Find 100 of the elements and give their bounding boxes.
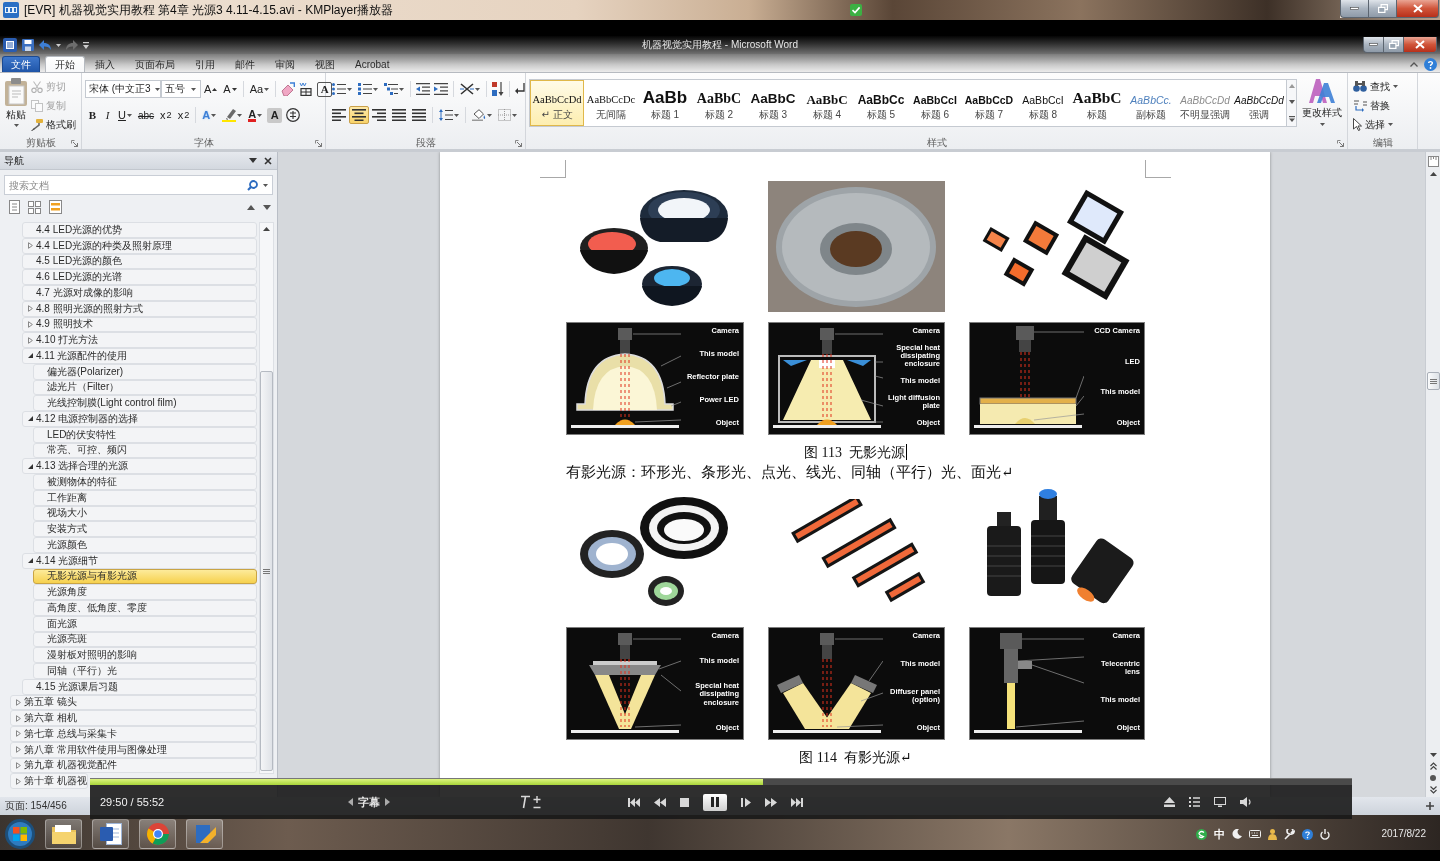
wrench-icon[interactable] [1283, 828, 1295, 840]
playlist-icon[interactable] [1189, 797, 1200, 807]
outline-item[interactable]: 第十章 机器视 [10, 773, 88, 789]
save-icon[interactable] [22, 39, 34, 51]
style-item[interactable]: AaBbCcDd 不明显强调 [1178, 80, 1232, 126]
caret-down-icon[interactable] [1393, 85, 1398, 88]
ribbon-tab[interactable]: 审阅 [265, 56, 305, 72]
document-app-icon[interactable] [99, 823, 122, 845]
expand-arrow-icon[interactable] [16, 698, 21, 706]
caret-down-icon[interactable] [154, 87, 160, 91]
search-box[interactable]: 搜索文档 [4, 175, 273, 195]
underline-button[interactable]: U [115, 106, 135, 124]
outline-item[interactable]: 光源角度 [33, 584, 257, 600]
style-item[interactable]: AaBbC 标题 3 [746, 80, 800, 126]
caret-down-icon[interactable] [13, 124, 19, 127]
scrollbar-thumb[interactable] [260, 371, 273, 771]
caret-down-icon[interactable] [126, 113, 132, 117]
outline-item[interactable]: 4.7 光源对成像的影响 [22, 285, 257, 301]
gallery-scrollbar[interactable] [1287, 79, 1298, 127]
document-logo-icon[interactable] [3, 38, 17, 52]
step-forward-icon[interactable] [741, 797, 751, 807]
outline-item[interactable]: 4.12 电源控制器的选择 [22, 411, 257, 427]
character-grid-icon[interactable] [299, 82, 314, 96]
power-icon[interactable] [1319, 828, 1330, 840]
shading-button[interactable] [469, 106, 495, 124]
keyboard-icon[interactable] [1248, 830, 1261, 838]
caret-down-icon[interactable] [487, 113, 492, 117]
style-item[interactable]: AaBbCcDd ↵ 正文 [530, 80, 584, 126]
browser-icon[interactable] [146, 823, 169, 845]
outline-item[interactable]: 第七章 总线与采集卡 [10, 726, 257, 742]
caret-down-icon[interactable] [211, 113, 217, 117]
close-icon[interactable] [264, 156, 272, 165]
corner-arrow-icon[interactable] [71, 139, 78, 147]
outline-item[interactable]: 光线控制膜(Light control film) [33, 395, 257, 411]
shrink-font-button[interactable]: A [220, 80, 240, 98]
scrollbar-thumb[interactable] [1426, 372, 1440, 390]
clipboard-icon[interactable] [4, 78, 28, 106]
outline-item[interactable]: 安装方式 [33, 521, 257, 537]
caret-down-icon[interactable] [512, 113, 517, 117]
help-icon[interactable] [1301, 828, 1313, 840]
circled-cross-icon[interactable] [286, 108, 301, 122]
italic-button[interactable]: I [100, 106, 115, 124]
collapse-arrow-icon[interactable] [28, 416, 33, 422]
grip-icon[interactable] [263, 568, 270, 574]
style-item[interactable]: AaBbCcI 标题 8 [1016, 80, 1070, 126]
expand-arrow-icon[interactable] [16, 777, 21, 785]
collapse-arrow-icon[interactable] [28, 558, 33, 564]
taskbar-app-button[interactable] [92, 819, 129, 849]
outline-item[interactable]: 高角度、低角度、零度 [33, 600, 257, 616]
s-badge-icon[interactable] [1195, 828, 1207, 840]
highlighter-icon[interactable] [222, 108, 237, 122]
styles-icon[interactable] [1309, 79, 1336, 103]
caret-down-icon[interactable] [347, 87, 352, 91]
taskbar-app-button[interactable] [139, 819, 176, 849]
restore-button[interactable] [1383, 37, 1403, 53]
more-icon[interactable] [1288, 116, 1295, 122]
ribbon-tab[interactable]: 视图 [305, 56, 345, 72]
text-effects-button[interactable]: A [199, 106, 220, 124]
caret-down-icon[interactable] [264, 87, 270, 91]
collapse-arrow-icon[interactable] [28, 353, 33, 359]
replace-button[interactable]: 替换 [1351, 97, 1400, 114]
style-item[interactable]: AaBbC 标题 4 [800, 80, 854, 126]
strikethrough-button[interactable]: abc [134, 106, 158, 124]
style-item[interactable]: AaBbCcD 标题 7 [962, 80, 1016, 126]
outline-item[interactable]: 同轴（平行）光 [33, 663, 257, 679]
volume-icon[interactable] [1240, 797, 1252, 807]
outline-item[interactable]: 光源颜色 [33, 537, 257, 553]
skip-back-icon[interactable] [628, 797, 640, 807]
chevron-up-icon[interactable] [1410, 61, 1418, 67]
bar-caret-icon[interactable] [83, 41, 89, 49]
caret-up-icon[interactable] [212, 87, 218, 91]
search-field[interactable]: 搜索文档 [9, 177, 242, 193]
grip-icon[interactable] [1429, 378, 1437, 384]
numbering-button[interactable] [355, 80, 381, 98]
asian-layout-button[interactable] [457, 80, 483, 98]
style-item[interactable]: AaBbCcDd 强调 [1232, 80, 1286, 126]
multilevel-list-icon[interactable] [384, 83, 398, 95]
line-spacing-icon[interactable] [439, 109, 453, 121]
style-item[interactable]: AaBb 标题 1 [638, 80, 692, 126]
caret-down-icon[interactable] [1319, 123, 1325, 126]
expand-arrow-icon[interactable] [16, 746, 21, 754]
moon-icon[interactable] [1231, 829, 1242, 839]
search-icon[interactable] [247, 179, 258, 191]
scrollbar-track[interactable] [259, 222, 274, 774]
minimize-icon[interactable] [1369, 43, 1378, 46]
expand-arrow-icon[interactable] [16, 761, 21, 769]
dot-icon[interactable] [1430, 775, 1436, 781]
scroll-up-icon[interactable] [263, 227, 270, 231]
bulleted-list-icon[interactable] [332, 83, 346, 95]
folder-icon[interactable] [51, 824, 76, 844]
ruler-icon[interactable] [1427, 156, 1439, 167]
character-shading-button[interactable]: A [267, 107, 283, 123]
restore-button[interactable] [1368, 0, 1396, 18]
style-item[interactable]: AaBbCcI 标题 6 [908, 80, 962, 126]
minimize-button[interactable] [1340, 0, 1368, 18]
style-item[interactable]: AaBbC 标题 2 [692, 80, 746, 126]
change-case-button[interactable]: Aa [246, 80, 273, 98]
double-chevron-down-icon[interactable] [1429, 786, 1437, 794]
ribbon-tab[interactable]: Acrobat [345, 56, 400, 72]
input-method-indicator[interactable]: 中 [1213, 826, 1225, 842]
